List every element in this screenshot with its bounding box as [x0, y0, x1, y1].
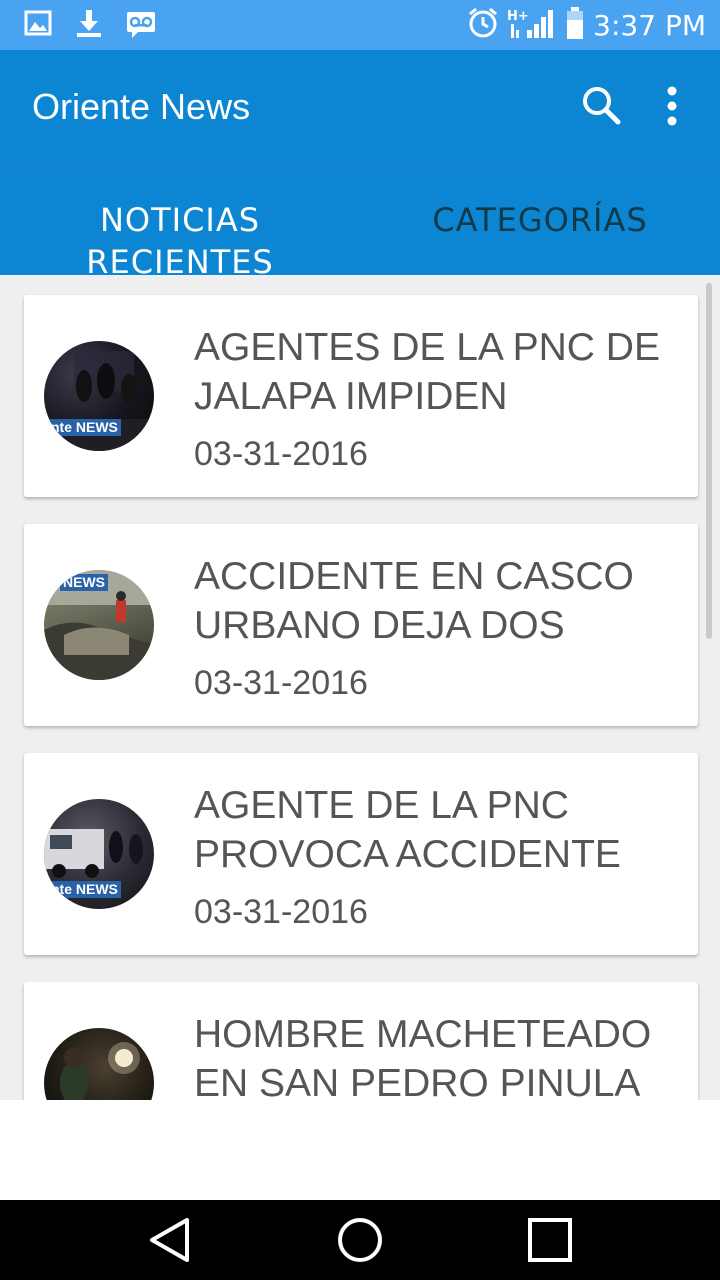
search-button[interactable] — [578, 82, 626, 130]
tab-label: NOTICIAS RECIENTES — [86, 201, 274, 281]
scrollbar[interactable] — [706, 283, 712, 639]
image-icon — [24, 10, 52, 41]
overflow-menu-button[interactable] — [650, 82, 694, 130]
battery-icon — [565, 6, 585, 45]
bottom-blank-area — [0, 1100, 720, 1200]
more-vert-icon — [667, 86, 677, 126]
tab-bar: NOTICIAS RECIENTES CATEGORÍAS — [0, 162, 720, 281]
news-title: AGENTE DE LA PNC PROVOCA ACCIDENTE — [194, 784, 621, 876]
thumbnail-news-tag: nte NEWS — [48, 419, 121, 436]
news-title: HOMBRE MACHETEADO EN SAN PEDRO PINULA — [194, 1013, 652, 1100]
recents-button[interactable] — [520, 1214, 580, 1266]
home-button[interactable] — [330, 1214, 390, 1266]
app-title: Oriente News — [32, 86, 251, 127]
news-title: AGENTES DE LA PNC DE JALAPA IMPIDEN — [194, 326, 660, 418]
svg-text:H+: H+ — [507, 9, 529, 24]
alarm-icon — [467, 6, 499, 45]
news-date: 03-31-2016 — [194, 435, 368, 473]
navigation-bar — [0, 1200, 720, 1280]
tab-categorias[interactable]: CATEGORÍAS — [360, 163, 720, 276]
status-system-icons: H+ 3:37 PM — [467, 6, 706, 45]
download-icon — [74, 8, 104, 43]
news-thumbnail: NEWS — [44, 570, 154, 680]
news-list[interactable]: nte NEWS AGENTES DE LA PNC DE JALAPA IMP… — [0, 275, 720, 1100]
news-thumbnail: nte NEWS — [44, 799, 154, 909]
news-date: 03-31-2016 — [194, 893, 368, 931]
status-notification-icons — [24, 8, 156, 43]
news-card[interactable]: HOMBRE MACHETEADO EN SAN PEDRO PINULA — [24, 982, 698, 1100]
news-thumbnail — [44, 1028, 154, 1100]
news-title: ACCIDENTE EN CASCO URBANO DEJA DOS — [194, 555, 634, 647]
thumbnail-news-tag: NEWS — [60, 574, 108, 591]
home-icon — [338, 1218, 382, 1262]
news-card[interactable]: NEWS ACCIDENTE EN CASCO URBANO DEJA DOS … — [24, 524, 698, 726]
signal-h-plus-icon: H+ — [507, 6, 557, 45]
news-card[interactable]: nte NEWS AGENTES DE LA PNC DE JALAPA IMP… — [24, 295, 698, 497]
tab-noticias-recientes[interactable]: NOTICIAS RECIENTES — [0, 163, 360, 281]
thumbnail-photo — [60, 1042, 140, 1100]
tab-label: CATEGORÍAS — [432, 201, 648, 239]
search-icon — [583, 87, 621, 125]
voicemail-icon — [126, 8, 156, 43]
recents-icon — [528, 1218, 572, 1262]
news-thumbnail: nte NEWS — [44, 341, 154, 451]
news-date: 03-31-2016 — [194, 664, 368, 702]
app-bar: Oriente News — [0, 50, 720, 162]
news-card[interactable]: nte NEWS AGENTE DE LA PNC PROVOCA ACCIDE… — [24, 753, 698, 955]
status-bar: H+ 3:37 PM — [0, 0, 720, 50]
status-time: 3:37 PM — [593, 9, 706, 42]
back-button[interactable] — [140, 1214, 200, 1266]
back-icon — [150, 1218, 189, 1262]
thumbnail-news-tag: nte NEWS — [48, 881, 121, 898]
